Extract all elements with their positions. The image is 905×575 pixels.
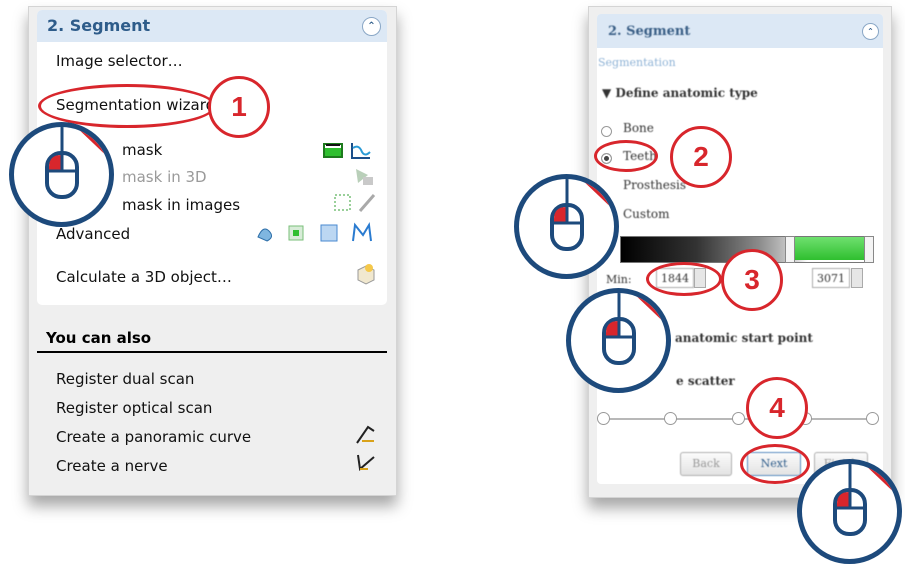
mask-in-3d-link[interactable]: mask in 3D — [122, 168, 207, 186]
max-spin-arrows[interactable] — [851, 268, 863, 288]
threshold-range[interactable] — [793, 237, 867, 260]
mask-in-images-link[interactable]: mask in images — [122, 196, 240, 214]
section-label: Define anatomic type — [615, 86, 758, 100]
highlight-teeth — [594, 140, 658, 172]
edit-mask-link[interactable]: mask — [122, 141, 162, 159]
advanced-tools-icons[interactable] — [255, 221, 380, 245]
scatter-stop-1[interactable] — [597, 412, 610, 425]
radio-bone-label: Bone — [623, 121, 654, 135]
segment-title-right: 2. Segment — [608, 24, 691, 39]
highlight-min-value — [646, 262, 722, 296]
max-value-input[interactable]: 3071 — [812, 268, 850, 288]
register-dual-scan-link[interactable]: Register dual scan — [56, 370, 194, 388]
panoramic-curve-icon[interactable] — [354, 423, 378, 447]
mask-3d-icon[interactable] — [352, 165, 374, 187]
scatter-stop-2[interactable] — [664, 412, 677, 425]
mouse-click-icon — [9, 122, 114, 227]
collapse-chevron-icon[interactable]: ⌃ — [362, 17, 381, 36]
step-4-badge: 4 — [746, 377, 808, 439]
min-label: Min: — [606, 273, 632, 286]
mask-images-icons[interactable] — [332, 192, 378, 214]
anatomic-start-point-label: anatomic start point — [675, 331, 813, 345]
scatter-stop-3[interactable] — [732, 412, 745, 425]
define-anatomic-type-section[interactable]: ▼ Define anatomic type — [602, 86, 758, 100]
register-optical-scan-link[interactable]: Register optical scan — [56, 399, 212, 417]
step-1-badge: 1 — [208, 76, 270, 138]
step-2-badge: 2 — [670, 126, 732, 188]
scatter-stop-5[interactable] — [866, 412, 879, 425]
3d-object-icon[interactable] — [354, 262, 376, 286]
min-threshold-handle[interactable] — [785, 236, 795, 263]
step-3-badge: 3 — [721, 249, 783, 311]
collapse-chevron-icon-right[interactable]: ⌃ — [862, 23, 879, 40]
advanced-link[interactable]: Advanced — [56, 225, 130, 243]
create-nerve-link[interactable]: Create a nerve — [56, 457, 168, 475]
you-can-also-heading: You can also — [46, 329, 152, 347]
segment-title: 2. Segment — [47, 16, 151, 35]
image-selector-link[interactable]: Image selector… — [56, 52, 183, 70]
nerve-icon[interactable] — [354, 451, 378, 475]
create-panoramic-curve-link[interactable]: Create a panoramic curve — [56, 428, 251, 446]
mouse-click-icon — [566, 288, 671, 393]
highlight-next — [740, 444, 810, 484]
calculate-3d-object-link[interactable]: Calculate a 3D object… — [56, 268, 232, 286]
back-button[interactable]: Back — [680, 452, 732, 476]
radio-prosthesis-label: Prosthesis — [623, 178, 686, 192]
radio-custom-label: Custom — [623, 207, 670, 221]
max-threshold-handle[interactable] — [864, 236, 874, 263]
mouse-click-icon — [514, 174, 619, 279]
mouse-click-icon — [797, 459, 902, 564]
mask-tools-icons[interactable] — [322, 140, 372, 162]
radio-bone[interactable] — [601, 126, 612, 137]
scatter-label: e scatter — [676, 374, 735, 388]
segmentation-subheading: Segmentation — [598, 56, 676, 69]
divider — [37, 351, 387, 353]
